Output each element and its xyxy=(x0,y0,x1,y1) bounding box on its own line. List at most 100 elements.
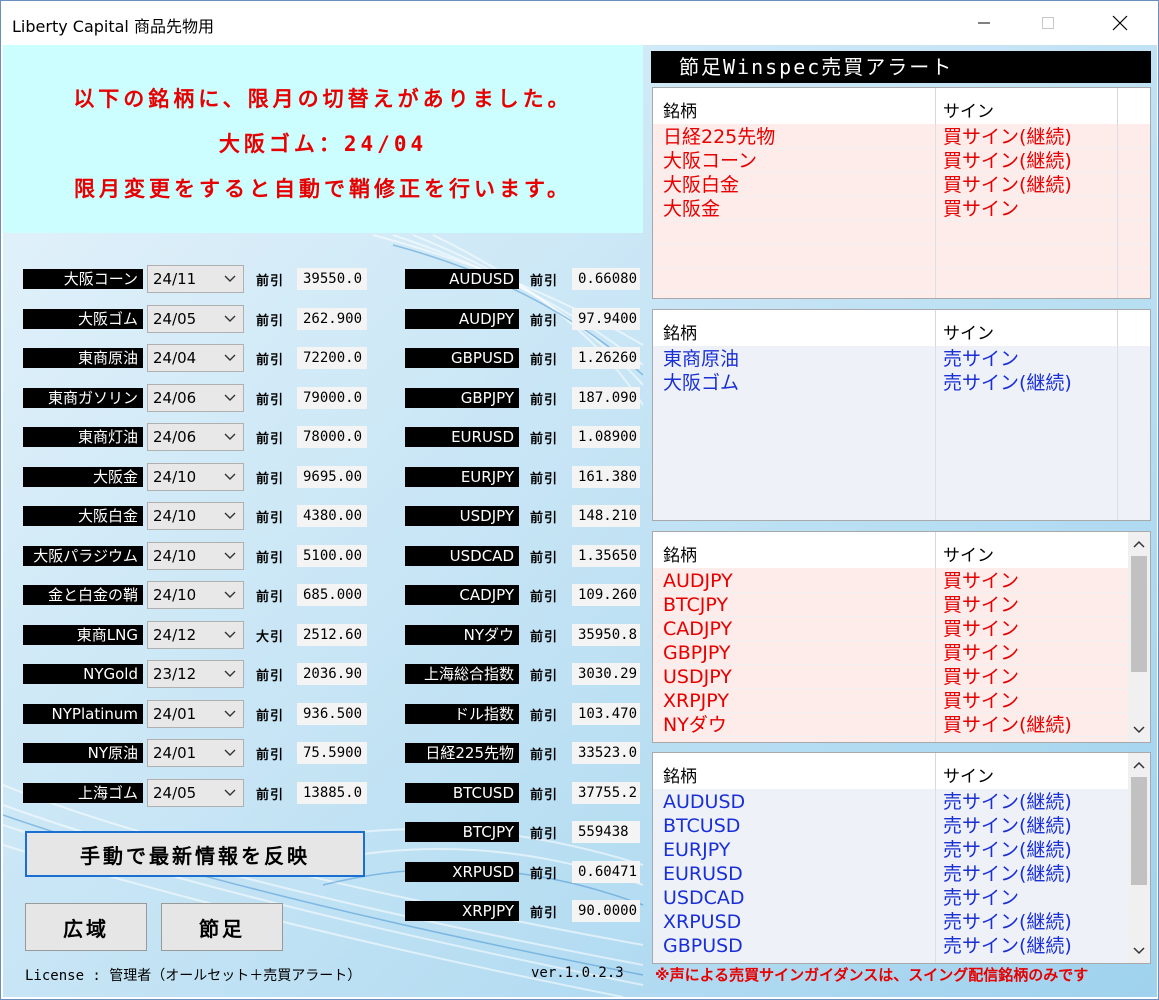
maximize-icon xyxy=(1042,17,1054,29)
version-text: ver.1.0.2.3 xyxy=(531,965,624,981)
alert-sign: 売サイン(継続) xyxy=(943,839,1072,861)
banner-line-2: 大阪ゴム：24/04 xyxy=(218,132,428,156)
alert-panel: 銘柄 サイン 日経225先物 買サイン(継続) 大阪コーン 買サイン(継続) 大阪白金 買サイ… xyxy=(652,87,1151,299)
fx-row: 上海総合指数 前引 3030.29 xyxy=(3,660,643,686)
scroll-up-arrow[interactable] xyxy=(1128,534,1150,554)
maximize-button[interactable] xyxy=(1025,1,1071,45)
window-title: Liberty Capital 商品先物用 xyxy=(12,17,214,36)
banner-line-3: 限月変更をすると自動で鞘修正を行います。 xyxy=(74,177,572,201)
wide-button[interactable]: 広域 xyxy=(25,903,147,951)
price-value: 1.08900 xyxy=(572,426,640,448)
scroll-thumb[interactable] xyxy=(1131,556,1147,672)
fx-name: EURUSD xyxy=(405,427,519,447)
fx-name: USDCAD xyxy=(405,545,519,566)
column-header-name: 銘柄 xyxy=(663,546,697,566)
alert-row[interactable]: 日経225先物 買サイン(継続) xyxy=(653,125,1150,149)
fx-name: ドル指数 xyxy=(405,703,519,724)
fx-name: XRPUSD xyxy=(405,861,519,882)
column-header-sign: サイン xyxy=(943,767,994,787)
price-value: 90.0000 xyxy=(572,900,640,922)
alert-symbol: 大阪ゴム xyxy=(663,372,740,394)
price-value: 33523.0 xyxy=(572,742,640,764)
column-header-name: 銘柄 xyxy=(663,324,697,344)
alert-sign: 買サイン xyxy=(943,666,1020,688)
scroll-up-arrow[interactable] xyxy=(1128,755,1150,775)
column-header-sign: サイン xyxy=(943,546,994,566)
price-type-label: 前引 xyxy=(530,274,559,289)
price-type-label: 前引 xyxy=(530,550,559,566)
alert-row[interactable]: AUDUSD 売サイン(継続) xyxy=(653,790,1128,814)
alert-row[interactable]: 大阪金 買サイン xyxy=(653,197,1150,221)
alert-row[interactable]: 大阪白金 買サイン(継続) xyxy=(653,173,1150,197)
price-type-label: 前引 xyxy=(530,313,559,329)
price-value: 97.9400 xyxy=(572,307,640,330)
price-type-label: 前引 xyxy=(530,827,559,842)
column-header-name: 銘柄 xyxy=(663,767,697,787)
alert-row[interactable]: EURJPY 売サイン(継続) xyxy=(653,838,1128,862)
alert-panel: 銘柄 サイン 東商原油 売サイン 大阪ゴム 売サイン(継続) xyxy=(652,309,1151,521)
alert-symbol: 日経225先物 xyxy=(663,126,776,148)
scroll-down-arrow[interactable] xyxy=(1128,720,1150,740)
alert-sign: 売サイン(継続) xyxy=(943,815,1072,837)
alert-row[interactable]: 大阪ゴム 売サイン(継続) xyxy=(653,371,1150,395)
close-icon xyxy=(1112,15,1128,31)
price-type-label: 前引 xyxy=(530,392,559,408)
fx-row: NYダウ 前引 35950.8 xyxy=(3,621,643,647)
fx-row: BTCUSD 前引 37755.2 xyxy=(3,779,643,805)
alert-sign: 売サイン(継続) xyxy=(943,863,1072,885)
license-text: License : 管理者（オールセット＋売買アラート） xyxy=(25,968,362,984)
alert-symbol: GBPUSD xyxy=(663,935,743,957)
fx-row: 日経225先物 前引 33523.0 xyxy=(3,739,643,765)
alert-table-header: 銘柄 サイン xyxy=(653,532,1128,568)
alert-symbol: EURUSD xyxy=(663,863,743,885)
alert-symbol: 大阪コーン xyxy=(663,150,758,172)
alert-row[interactable]: GBPJPY 買サイン xyxy=(653,641,1128,665)
alert-row[interactable]: NYダウ 買サイン(継続) xyxy=(653,713,1128,737)
alert-row[interactable]: BTCJPY 買サイン xyxy=(653,593,1128,617)
alert-sign: 買サイン xyxy=(943,618,1020,640)
alert-row[interactable]: GBPUSD 売サイン(継続) xyxy=(653,934,1128,958)
price-value: 109.260 xyxy=(572,584,640,606)
fx-name: GBPJPY xyxy=(405,387,519,408)
alert-panel: 銘柄 サイン AUDUSD 売サイン(継続) BTCUSD 売サイン(継続) EURJPY 売… xyxy=(652,752,1151,964)
alert-row[interactable]: CADJPY 買サイン xyxy=(653,617,1128,641)
close-button[interactable] xyxy=(1097,1,1143,45)
alert-symbol: AUDUSD xyxy=(663,791,746,813)
minimize-button[interactable] xyxy=(961,1,1007,45)
alert-row[interactable]: USDJPY 買サイン xyxy=(653,665,1128,689)
alert-row[interactable]: 東商原油 売サイン xyxy=(653,347,1150,371)
alert-symbol: 大阪白金 xyxy=(663,174,740,196)
scroll-down-arrow[interactable] xyxy=(1128,941,1150,961)
alert-sign: 買サイン(継続) xyxy=(943,714,1072,736)
alert-row[interactable]: XRPUSD 売サイン(継続) xyxy=(653,910,1128,934)
alert-sign: 買サイン(継続) xyxy=(943,174,1072,196)
price-type-label: 前引 xyxy=(530,708,559,724)
alert-sign: 売サイン(継続) xyxy=(943,911,1072,933)
alert-symbol: GBPJPY xyxy=(663,642,731,664)
bar-button[interactable]: 節足 xyxy=(161,903,283,951)
refresh-button[interactable]: 手動で最新情報を反映 xyxy=(25,831,365,877)
alert-panel: 銘柄 サイン AUDJPY 買サイン BTCJPY 買サイン CADJPY 買サイン GBPJP… xyxy=(652,531,1151,743)
alert-row[interactable]: 大阪コーン 買サイン(継続) xyxy=(653,149,1150,173)
fx-name: AUDJPY xyxy=(405,308,519,329)
alert-row[interactable]: XRPJPY 買サイン xyxy=(653,689,1128,713)
app-window: Liberty Capital 商品先物用 以下の銘柄に、限月の切替えがありまし… xyxy=(0,0,1159,1000)
price-value: 1.35650 xyxy=(572,544,640,567)
scroll-thumb[interactable] xyxy=(1131,777,1147,885)
vertical-scrollbar[interactable] xyxy=(1128,753,1150,963)
price-type-label: 前引 xyxy=(530,590,559,605)
price-value: 1.26260 xyxy=(572,347,640,369)
alert-row[interactable]: BTCUSD 売サイン(継続) xyxy=(653,814,1128,838)
alert-row[interactable]: EURUSD 売サイン(継続) xyxy=(653,862,1128,886)
alert-symbol: EURJPY xyxy=(663,839,731,861)
alert-sign: 買サイン xyxy=(943,642,1020,664)
alert-row[interactable]: AUDJPY 買サイン xyxy=(653,569,1128,593)
alert-sign: 買サイン xyxy=(943,198,1020,220)
alert-table-header: 銘柄 サイン xyxy=(653,88,1150,124)
alert-symbol: USDCAD xyxy=(663,887,745,909)
fx-name: 上海総合指数 xyxy=(405,664,519,684)
fx-name: BTCJPY xyxy=(405,822,519,842)
vertical-scrollbar[interactable] xyxy=(1128,532,1150,742)
alert-row[interactable]: USDCAD 売サイン xyxy=(653,886,1128,910)
main-content: 以下の銘柄に、限月の切替えがありました。 大阪ゴム：24/04 限月変更をすると… xyxy=(3,45,1157,997)
